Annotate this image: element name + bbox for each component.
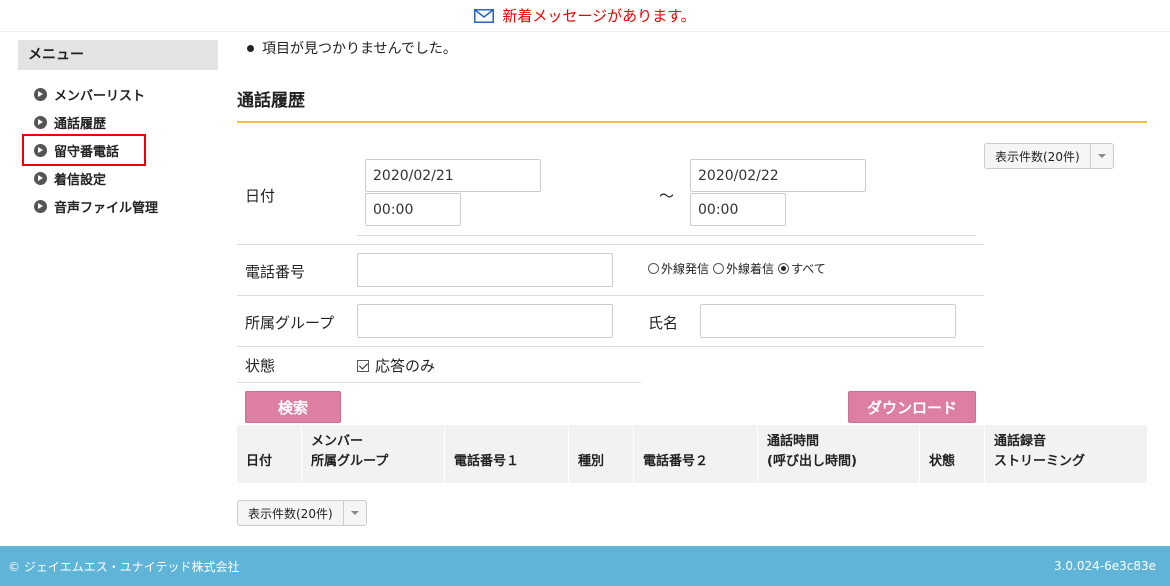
header-text-line2: 所属グループ (311, 454, 389, 469)
header-text-line2: ストリーミング (994, 454, 1086, 469)
radio-button[interactable] (648, 263, 659, 274)
column-header-type[interactable]: 種別 (569, 425, 634, 483)
divider (357, 235, 976, 236)
page-size-label: 表示件数(20件) (238, 501, 344, 525)
phone-label: 電話番号 (245, 263, 306, 281)
notice-text[interactable]: 新着メッセージがあります。 (502, 5, 695, 26)
sidebar-item-label: 留守番電話 (54, 144, 120, 160)
sidebar: メニュー メンバーリスト 通話履歴 留守番電話 着信設定 音声ファイル管理 (18, 40, 218, 220)
header-text-line1: メンバー (311, 434, 364, 449)
header-text: 電話番号２ (643, 454, 709, 469)
header-text: 種別 (578, 454, 605, 469)
column-header-status[interactable]: 状態 (920, 425, 985, 483)
new-message-notice[interactable]: 新着メッセージがあります。 (0, 0, 1170, 32)
radio-button[interactable] (778, 263, 790, 274)
radio-label: 外線発信 (661, 262, 710, 276)
sidebar-item-label: メンバーリスト (54, 88, 146, 104)
sidebar-item-voicemail[interactable]: 留守番電話 (22, 134, 146, 166)
radio-incoming[interactable]: 外線着信 (713, 260, 774, 277)
sidebar-item-call-history[interactable]: 通話履歴 (18, 108, 218, 136)
header-text-line2: (呼び出し時間) (767, 454, 857, 469)
date-from-input[interactable]: 2020/02/21 (365, 159, 541, 192)
version-text: 3.0.024-6e3c83e (1053, 559, 1156, 573)
date-to-input[interactable]: 2020/02/22 (690, 159, 866, 192)
column-header-recording[interactable]: 通話録音ストリーミング (985, 425, 1147, 483)
radio-label: 外線着信 (726, 262, 775, 276)
no-items-text: 項目が見つかりませんでした。 (262, 41, 457, 57)
call-type-radio-group: 外線発信 外線着信 すべて (648, 260, 830, 277)
time-from-input[interactable]: 00:00 (365, 193, 461, 226)
bullet-icon (247, 44, 254, 52)
divider (237, 382, 641, 383)
range-separator: ～ (659, 187, 675, 205)
mail-icon (474, 8, 495, 23)
divider (237, 346, 984, 347)
sidebar-item-member-list[interactable]: メンバーリスト (18, 80, 218, 108)
page-size-label: 表示件数(20件) (985, 144, 1091, 168)
results-table-header: 日付 メンバー所属グループ 電話番号１ 種別 電話番号２ 通話時間 (呼び出し時間… (237, 425, 1147, 483)
header-text: 日付 (246, 454, 273, 469)
menu-list: メンバーリスト 通話履歴 留守番電話 着信設定 音声ファイル管理 (18, 80, 218, 220)
header-text-line1: 通話録音 (994, 434, 1047, 449)
main-content: 項目が見つかりませんでした。 通話履歴 表示件数(20件) 日付 2020/02… (237, 32, 1147, 526)
radio-button[interactable] (713, 263, 725, 274)
column-header-duration[interactable]: 通話時間 (呼び出し時間) (758, 425, 920, 483)
answered-only-checkbox[interactable]: 応答のみ (357, 355, 435, 376)
arrow-circle-icon (34, 115, 47, 129)
arrow-circle-icon (34, 143, 47, 157)
sidebar-item-label: 着信設定 (54, 172, 107, 188)
group-input[interactable] (357, 304, 613, 338)
checkbox-checked-icon[interactable] (357, 359, 369, 372)
column-header-phone1[interactable]: 電話番号１ (445, 425, 569, 483)
header-text: 電話番号１ (454, 454, 520, 469)
page-size-select[interactable]: 表示件数(20件) (984, 143, 1114, 169)
name-input[interactable] (700, 304, 956, 338)
no-items-message: 項目が見つかりませんでした。 (247, 38, 1147, 58)
divider (237, 244, 984, 245)
download-button[interactable]: ダウンロード (848, 391, 976, 423)
footer: © ジェイエムエス・ユナイテッド株式会社 3.0.024-6e3c83e (0, 546, 1170, 586)
header-text: 状態 (929, 454, 956, 469)
search-button[interactable]: 検索 (245, 391, 341, 423)
chevron-down-icon (344, 511, 366, 515)
bottom-page-size-select[interactable]: 表示件数(20件) (237, 500, 367, 526)
divider (237, 295, 984, 296)
column-header-member[interactable]: メンバー所属グループ (302, 425, 445, 483)
sidebar-item-label: 通話履歴 (54, 116, 107, 132)
column-header-phone2[interactable]: 電話番号２ (634, 425, 758, 483)
radio-all[interactable]: すべて (778, 260, 826, 277)
search-form: 表示件数(20件) 日付 2020/02/21 00:00 ～ 2020/02/… (237, 123, 1147, 443)
copyright-text: © ジェイエムエス・ユナイテッド株式会社 (8, 559, 240, 574)
menu-header: メニュー (18, 40, 218, 70)
phone-input[interactable] (357, 253, 613, 287)
sidebar-item-label: 音声ファイル管理 (54, 200, 159, 216)
checkbox-label: 応答のみ (375, 357, 436, 375)
arrow-circle-icon (34, 87, 47, 101)
chevron-down-icon (1091, 154, 1113, 158)
date-label: 日付 (245, 187, 276, 205)
time-to-input[interactable]: 00:00 (690, 193, 786, 226)
radio-outgoing[interactable]: 外線発信 (648, 260, 709, 277)
radio-label: すべて (791, 262, 826, 276)
arrow-circle-icon (34, 199, 47, 213)
column-header-date[interactable]: 日付 (237, 425, 302, 483)
group-label: 所属グループ (245, 314, 335, 332)
header-text-line1: 通話時間 (767, 434, 820, 449)
status-label: 状態 (245, 357, 276, 375)
page-title: 通話履歴 (237, 86, 1147, 123)
sidebar-item-audio-files[interactable]: 音声ファイル管理 (18, 192, 218, 220)
name-label: 氏名 (648, 314, 679, 332)
sidebar-item-incoming-settings[interactable]: 着信設定 (18, 164, 218, 192)
arrow-circle-icon (34, 171, 47, 185)
